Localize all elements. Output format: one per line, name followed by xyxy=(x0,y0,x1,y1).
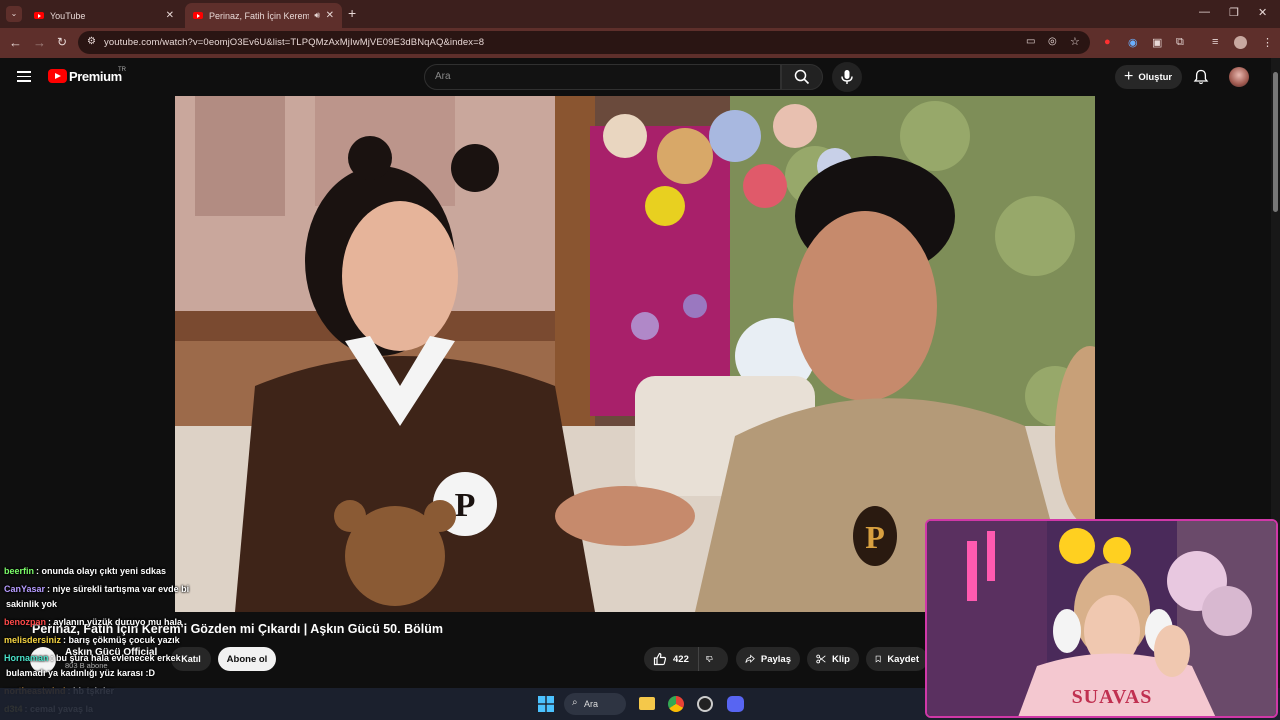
new-tab-button[interactable]: + xyxy=(348,5,356,21)
like-button[interactable]: 422 xyxy=(644,647,698,671)
windows-start-icon[interactable] xyxy=(538,696,554,712)
youtube-favicon-icon xyxy=(193,12,203,19)
tab-current-video[interactable]: Perinaz, Fatih İçin Kerem'i G 🔊︎ ✕ xyxy=(185,3,342,28)
search-button[interactable] xyxy=(781,64,823,90)
chat-text: : aylanın yüzük duruyo mu hala xyxy=(48,617,183,627)
chat-text: bulamadı ya kadınlığı yüz karası :D xyxy=(6,668,156,678)
like-count: 422 xyxy=(673,653,689,665)
chat-message: bulamadı ya kadınlığı yüz karası :D xyxy=(4,668,155,678)
tab-title: Perinaz, Fatih İçin Kerem'i G xyxy=(209,10,309,21)
app-icon[interactable] xyxy=(697,696,713,712)
svg-text:P: P xyxy=(455,487,476,524)
audio-playing-icon[interactable]: 🔊︎ xyxy=(314,10,320,21)
clip-label: Klip xyxy=(832,653,850,665)
tab-title: YouTube xyxy=(50,10,86,21)
file-explorer-icon[interactable] xyxy=(639,697,655,710)
taskbar-search-label: Ara xyxy=(584,699,599,709)
subscribe-button[interactable]: Abone ol xyxy=(218,647,276,671)
discord-icon[interactable] xyxy=(727,696,744,712)
search-input[interactable] xyxy=(435,71,765,82)
dislike-button[interactable] xyxy=(698,647,728,671)
share-label: Paylaş xyxy=(760,653,791,665)
extension-red-icon[interactable]: ● xyxy=(1104,36,1111,48)
chat-message: CanYasar: niye sürekli tartışma var evde… xyxy=(4,584,189,594)
url-text: youtube.com/watch?v=0eomjO3Ev6U&list=TLP… xyxy=(104,37,485,48)
voice-search-button[interactable] xyxy=(832,62,862,92)
forward-icon[interactable]: → xyxy=(33,35,46,50)
create-label: Oluştur xyxy=(1138,71,1173,83)
save-button[interactable]: Kaydet xyxy=(866,647,928,671)
thumbs-up-icon xyxy=(653,652,667,666)
close-tab-icon[interactable]: ✕ xyxy=(166,10,174,21)
create-button[interactable]: + Oluştur xyxy=(1115,65,1182,89)
premium-logo-text[interactable]: Premium xyxy=(69,69,122,84)
search-box[interactable] xyxy=(424,64,781,90)
minimize-icon[interactable]: — xyxy=(1199,6,1210,18)
svg-text:SUAVAS: SUAVAS xyxy=(1072,686,1153,708)
tracking-protection-icon[interactable]: ◎ xyxy=(1048,36,1057,47)
browser-tab-strip: ⌄ YouTube ✕ Perinaz, Fatih İçin Kerem'i … xyxy=(0,0,1280,28)
close-window-icon[interactable]: ✕ xyxy=(1258,6,1267,19)
profile-avatar-icon[interactable] xyxy=(1234,36,1247,49)
microphone-icon xyxy=(841,70,853,84)
region-code: TR xyxy=(118,67,126,73)
thumbs-down-icon xyxy=(706,655,713,663)
plus-icon: + xyxy=(1124,68,1134,85)
chat-username: CanYasar xyxy=(4,584,46,594)
chat-username: melisdersiniz xyxy=(4,635,62,645)
save-label: Kaydet xyxy=(887,653,919,665)
youtube-favicon-icon xyxy=(34,12,44,19)
search-icon: ⌕ xyxy=(572,697,578,708)
chat-message: benozpan: aylanın yüzük duruyo mu hala xyxy=(4,617,182,627)
extension-audio-icon[interactable]: ◉ xyxy=(1128,36,1138,49)
taskbar-search[interactable]: ⌕ Ara xyxy=(564,693,626,715)
site-info-icon[interactable]: ⚙ xyxy=(87,36,96,47)
chat-text: sakinlik yok xyxy=(6,599,58,609)
scissors-icon xyxy=(816,654,826,664)
clip-button[interactable]: Klip xyxy=(807,647,859,671)
restore-icon[interactable]: ❐ xyxy=(1229,6,1239,19)
menu-icon[interactable] xyxy=(17,71,31,82)
cast-icon[interactable]: ▭ xyxy=(1026,36,1035,47)
chat-message: beerfin: onunda olayı çıktı yeni sdkas xyxy=(4,566,166,576)
chat-username: beerfin xyxy=(4,566,35,576)
notifications-bell-icon[interactable] xyxy=(1193,69,1209,85)
webcam-image: SUAVAS xyxy=(927,521,1276,716)
streamer-webcam: SUAVAS xyxy=(925,519,1278,718)
chat-username: Hornaman xyxy=(4,653,49,663)
close-tab-icon[interactable]: ✕ xyxy=(326,10,334,21)
reload-icon[interactable]: ↻ xyxy=(57,35,67,49)
tab-search-button[interactable]: ⌄ xyxy=(6,6,22,22)
chrome-icon[interactable] xyxy=(668,696,684,712)
tab-youtube[interactable]: YouTube ✕ xyxy=(26,3,182,28)
chrome-menu-icon[interactable]: ⋮ xyxy=(1262,36,1273,49)
chat-message: Hornaman: bu şura hala evlenecek erkek xyxy=(4,653,181,663)
browser-toolbar: ← → ↻ ⚙ youtube.com/watch?v=0eomjO3Ev6U&… xyxy=(0,28,1280,58)
extensions-puzzle-icon[interactable]: ⧉ xyxy=(1176,36,1184,49)
share-button[interactable]: Paylaş xyxy=(736,647,800,671)
chat-message: melisdersiniz: barış çökmüş çocuk yazık xyxy=(4,635,180,645)
chat-username: benozpan xyxy=(4,617,46,627)
bookmark-star-icon[interactable]: ☆ xyxy=(1070,35,1080,48)
account-avatar[interactable] xyxy=(1229,67,1249,87)
scrollbar-thumb[interactable] xyxy=(1273,72,1278,212)
youtube-logo-icon[interactable] xyxy=(48,69,67,83)
back-icon[interactable]: ← xyxy=(9,35,22,50)
chat-message: sakinlik yok xyxy=(4,599,57,609)
chat-text: : barış çökmüş çocuk yazık xyxy=(63,635,180,645)
svg-text:P: P xyxy=(865,519,885,555)
extension-box-icon[interactable]: ▣ xyxy=(1152,36,1162,49)
bookmark-icon xyxy=(875,655,881,663)
address-bar[interactable]: ⚙ youtube.com/watch?v=0eomjO3Ev6U&list=T… xyxy=(78,31,1090,54)
search-icon xyxy=(794,69,810,85)
youtube-header: Premium TR + Oluştur xyxy=(0,58,1280,96)
chat-text: : bu şura hala evlenecek erkek xyxy=(50,653,181,663)
chat-text: : niye sürekli tartışma var evde bi xyxy=(47,584,190,594)
reading-list-icon[interactable]: ≡ xyxy=(1212,36,1218,48)
share-icon xyxy=(745,654,755,663)
chat-text: : onunda olayı çıktı yeni sdkas xyxy=(36,566,167,576)
